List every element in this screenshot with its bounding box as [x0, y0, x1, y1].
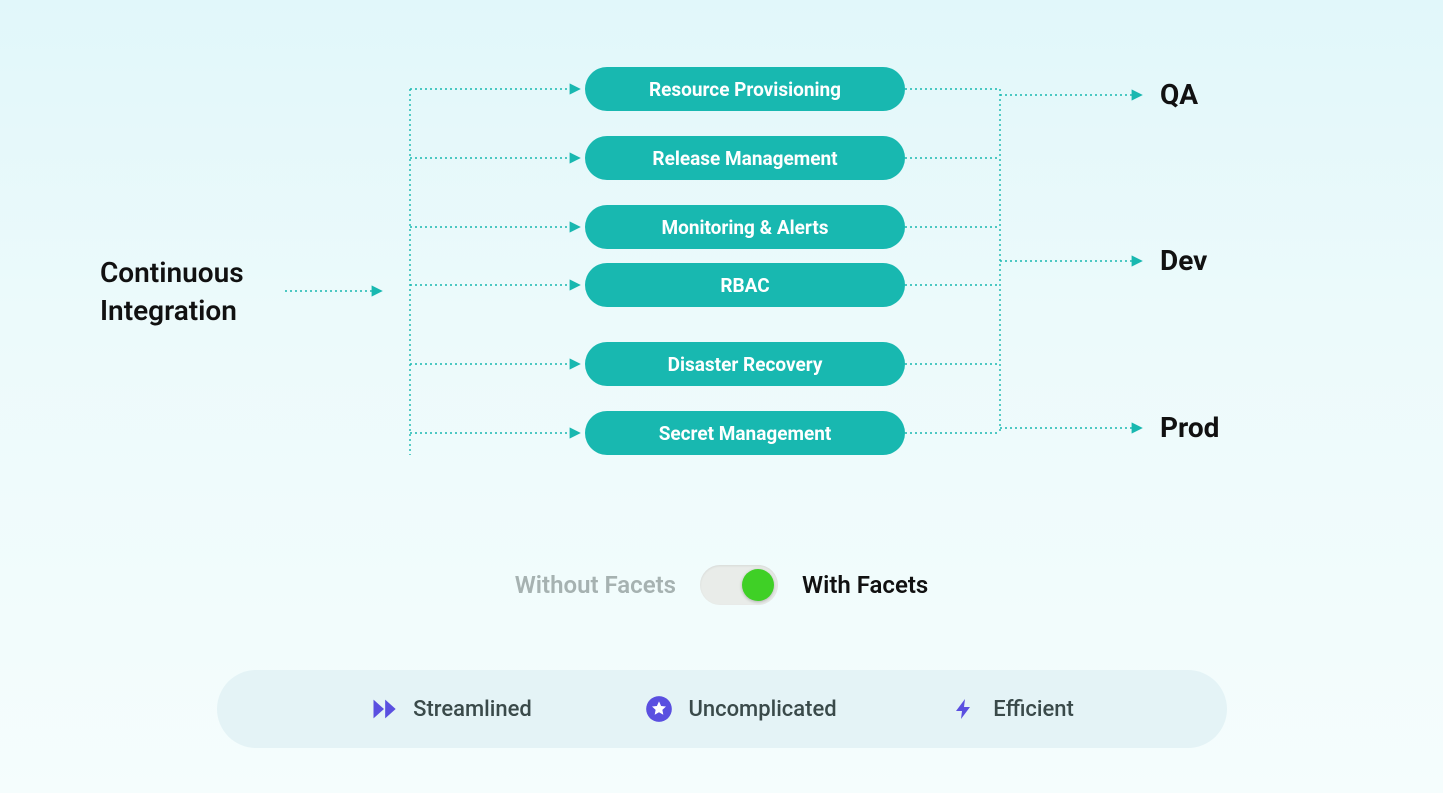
- toggle-label-on: With Facets: [802, 571, 928, 599]
- feature-label: Uncomplicated: [688, 697, 836, 722]
- facets-toggle[interactable]: [700, 565, 778, 605]
- feature-efficient: Efficient: [949, 694, 1074, 724]
- feature-label: Efficient: [993, 697, 1074, 722]
- feature-label: Streamlined: [413, 697, 532, 722]
- comparison-toggle-row: Without Facets With Facets: [0, 565, 1443, 605]
- fast-forward-icon: [369, 694, 399, 724]
- pill-rbac: RBAC: [585, 263, 905, 307]
- feature-bar: Streamlined Uncomplicated Efficient: [217, 670, 1227, 748]
- pill-release-management: Release Management: [585, 136, 905, 180]
- pill-monitoring-alerts: Monitoring & Alerts: [585, 205, 905, 249]
- toggle-label-off: Without Facets: [515, 571, 676, 599]
- feature-uncomplicated: Uncomplicated: [644, 694, 836, 724]
- pill-secret-management: Secret Management: [585, 411, 905, 455]
- pill-disaster-recovery: Disaster Recovery: [585, 342, 905, 386]
- lightning-icon: [949, 694, 979, 724]
- env-prod: Prod: [1160, 411, 1219, 444]
- architecture-diagram: Continuous Integration Resource Provisio…: [100, 60, 1343, 470]
- toggle-knob: [742, 569, 774, 601]
- env-qa: QA: [1160, 78, 1198, 111]
- star-badge-icon: [644, 694, 674, 724]
- pill-resource-provisioning: Resource Provisioning: [585, 67, 905, 111]
- source-node-label: Continuous Integration: [100, 254, 244, 330]
- feature-streamlined: Streamlined: [369, 694, 532, 724]
- env-dev: Dev: [1160, 244, 1207, 277]
